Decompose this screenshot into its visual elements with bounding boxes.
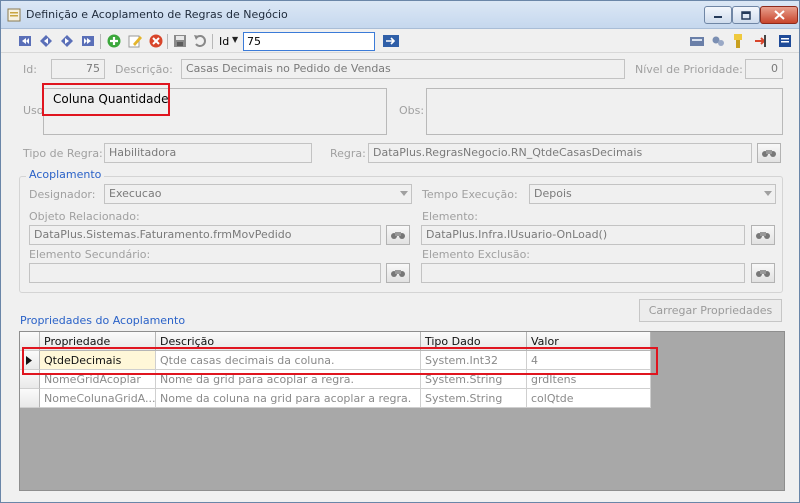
filter-icon[interactable] bbox=[730, 33, 746, 49]
highlight-usage bbox=[42, 83, 170, 116]
designator-select[interactable]: Execucao bbox=[104, 184, 412, 204]
element-picker-button[interactable] bbox=[751, 225, 775, 245]
window-title: Definição e Acoplamento de Regras de Neg… bbox=[26, 8, 288, 21]
edit-icon[interactable] bbox=[127, 33, 143, 49]
maximize-button[interactable] bbox=[732, 6, 760, 24]
table-cell[interactable]: System.String bbox=[421, 389, 527, 408]
binoculars-icon bbox=[756, 232, 770, 239]
description-label: Descrição: bbox=[115, 63, 173, 76]
exec-time-select[interactable]: Depois bbox=[529, 184, 776, 204]
designator-value: Execucao bbox=[109, 187, 162, 200]
previous-record-icon[interactable] bbox=[38, 33, 54, 49]
coupling-title: Acoplamento bbox=[26, 168, 105, 181]
delete-icon[interactable] bbox=[148, 33, 164, 49]
obs-textarea[interactable] bbox=[426, 88, 783, 135]
panel-icon[interactable] bbox=[777, 33, 793, 49]
table-cell[interactable]: Nome da coluna na grid para acoplar a re… bbox=[156, 389, 421, 408]
priority-field[interactable]: 0 bbox=[745, 59, 783, 79]
table-cell[interactable]: colQtde bbox=[527, 389, 651, 408]
add-icon[interactable] bbox=[106, 33, 122, 49]
related-object-picker-button[interactable] bbox=[386, 225, 410, 245]
properties-title: Propriedades do Acoplamento bbox=[20, 314, 186, 327]
exclusion-element-field[interactable] bbox=[421, 263, 745, 283]
minimize-icon bbox=[714, 16, 722, 18]
maximize-icon bbox=[741, 10, 751, 20]
id-field[interactable]: 75 bbox=[51, 59, 105, 79]
row-header[interactable] bbox=[20, 389, 40, 408]
save-icon[interactable] bbox=[172, 33, 188, 49]
table-cell[interactable]: NomeColunaGridA... bbox=[40, 389, 156, 408]
description-field[interactable]: Casas Decimais no Pedido de Vendas bbox=[181, 59, 625, 79]
binoculars-icon bbox=[391, 270, 405, 277]
search-go-icon[interactable] bbox=[382, 33, 400, 49]
next-record-icon[interactable] bbox=[59, 33, 75, 49]
obs-label: Obs: bbox=[399, 104, 425, 117]
element-label: Elemento: bbox=[422, 210, 478, 223]
binoculars-icon bbox=[762, 150, 776, 157]
exclusion-element-picker-button[interactable] bbox=[751, 263, 775, 283]
minimize-button[interactable] bbox=[704, 6, 732, 24]
id-search-input[interactable] bbox=[243, 32, 375, 51]
exec-time-value: Depois bbox=[534, 187, 572, 200]
rule-type-label: Tipo de Regra: bbox=[23, 147, 103, 160]
binoculars-icon bbox=[756, 270, 770, 277]
exec-time-label: Tempo Execução: bbox=[422, 188, 518, 201]
first-record-icon[interactable] bbox=[17, 33, 33, 49]
exit-icon[interactable] bbox=[752, 33, 768, 49]
load-properties-button[interactable]: Carregar Propriedades bbox=[639, 299, 782, 322]
rule-picker-button[interactable] bbox=[757, 143, 781, 163]
secondary-element-field[interactable] bbox=[29, 263, 381, 283]
app-icon bbox=[7, 8, 21, 22]
related-object-label: Objeto Relacionado: bbox=[29, 210, 140, 223]
rule-type-field[interactable]: Habilitadora bbox=[104, 143, 312, 163]
element-field[interactable]: DataPlus.Infra.IUsuario-OnLoad() bbox=[421, 225, 745, 245]
id-label: Id: bbox=[23, 63, 37, 76]
id-search-label: Id bbox=[219, 35, 230, 48]
related-object-field[interactable]: DataPlus.Sistemas.Faturamento.frmMovPedi… bbox=[29, 225, 381, 245]
priority-label: Nível de Prioridade: bbox=[635, 63, 743, 76]
close-icon bbox=[773, 10, 785, 20]
chevron-down-icon bbox=[400, 191, 408, 196]
exclusion-element-label: Elemento Exclusão: bbox=[422, 248, 531, 261]
rule-label: Regra: bbox=[330, 147, 366, 160]
title-bar: Definição e Acoplamento de Regras de Neg… bbox=[1, 1, 799, 29]
undo-icon[interactable] bbox=[192, 33, 208, 49]
designator-label: Designador: bbox=[29, 188, 96, 201]
report-icon[interactable] bbox=[689, 33, 705, 49]
settings-icon[interactable] bbox=[710, 33, 726, 49]
chevron-down-icon[interactable]: ▼ bbox=[232, 35, 238, 44]
binoculars-icon bbox=[391, 232, 405, 239]
main-window: Definição e Acoplamento de Regras de Neg… bbox=[0, 0, 800, 503]
close-window-button[interactable] bbox=[760, 6, 798, 24]
rule-field[interactable]: DataPlus.RegrasNegocio.RN_QtdeCasasDecim… bbox=[368, 143, 752, 163]
highlight-row bbox=[22, 347, 658, 375]
toolbar: Id ▼ bbox=[1, 29, 799, 53]
secondary-element-label: Elemento Secundário: bbox=[29, 248, 151, 261]
last-record-icon[interactable] bbox=[80, 33, 96, 49]
chevron-down-icon bbox=[764, 191, 772, 196]
secondary-element-picker-button[interactable] bbox=[386, 263, 410, 283]
